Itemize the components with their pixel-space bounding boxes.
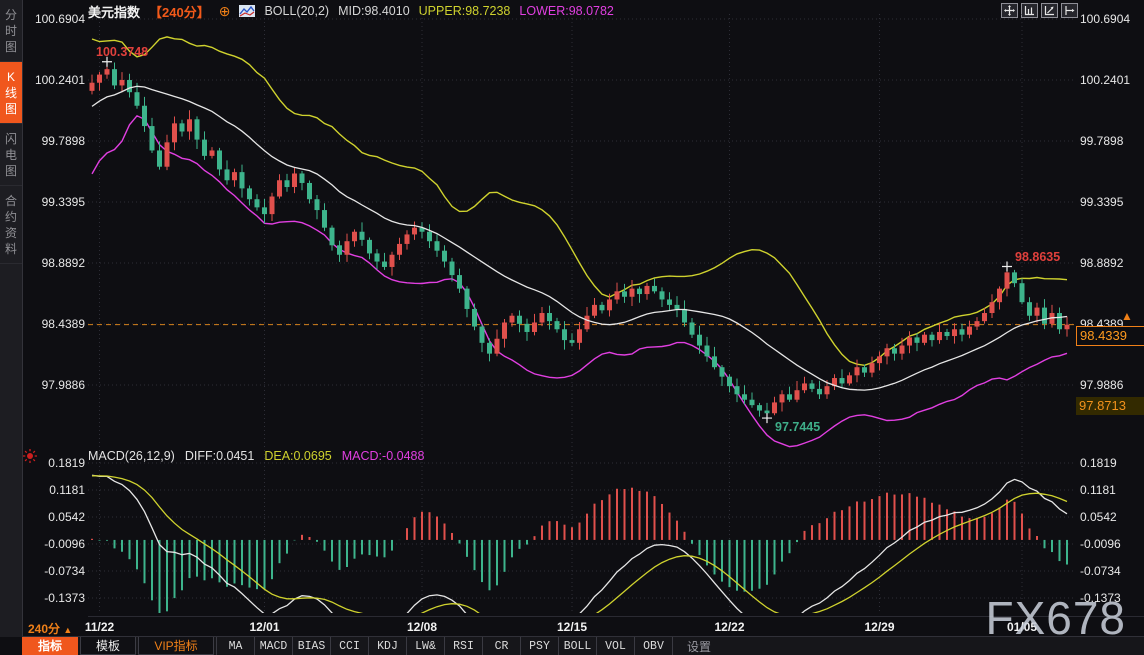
high-annotation-start: 100.3748 (96, 45, 148, 59)
indicator-toolbar: 指标 模板 VIP指标 MAMACDBIASCCIKDJLW&RSICRPSYB… (22, 636, 1144, 655)
sidebar-tab-char: 闪 (5, 131, 17, 147)
price-up-arrow-icon: ▲ (1121, 309, 1133, 323)
axis-tick-left: 100.6904 (30, 12, 85, 26)
axis-tick-left: 97.9886 (30, 378, 85, 392)
indicator-button-RSI[interactable]: RSI (444, 637, 482, 655)
indicator-buttons: MAMACDBIASCCIKDJLW&RSICRPSYBOLLVOLOBV (216, 637, 672, 655)
date-label-12/01: 12/01 (249, 620, 279, 634)
macd-dea-line (92, 476, 1067, 635)
axis-tick-right: 0.0542 (1080, 510, 1117, 524)
timeframe-label: 240分 (28, 622, 60, 636)
sidebar-tab-闪电图[interactable]: 闪电图 (0, 124, 22, 186)
axis-tick-right: 0.1181 (1080, 483, 1116, 497)
sidebar-tab-char: 图 (5, 101, 17, 117)
sidebar-tab-char: K (7, 69, 15, 85)
indicator-button-BIAS[interactable]: BIAS (292, 637, 330, 655)
axis-tick-right: 99.7898 (1080, 134, 1123, 148)
indicator-button-CR[interactable]: CR (482, 637, 520, 655)
sidebar-tab-char: 时 (5, 23, 17, 39)
indicator-button-PSY[interactable]: PSY (520, 637, 558, 655)
macd-dea-value: DEA:0.0695 (264, 449, 331, 463)
chart-type-sidebar: 分时图K线图闪电图合约资料 (0, 0, 23, 637)
boll-lower-line (92, 116, 1067, 447)
macd-diff-value: DIFF:0.0451 (185, 449, 254, 463)
axis-tick-right: -0.0734 (1080, 564, 1121, 578)
axis-tick-right: 98.8892 (1080, 256, 1123, 270)
sidebar-tab-char: 料 (5, 241, 17, 257)
timeframe-selector[interactable]: 240分 ▲ (28, 620, 72, 637)
axis-tick-left: 100.2401 (30, 73, 85, 87)
sidebar-tab-char: 合 (5, 193, 17, 209)
axis-tick-left: 0.0542 (30, 510, 85, 524)
macd-indicator-title: MACD(26,12,9) (88, 449, 175, 463)
axis-tick-right: 100.6904 (1080, 12, 1130, 26)
axis-tick-left: 99.3395 (30, 195, 85, 209)
macd-header: MACD(26,12,9) DIFF:0.0451 DEA:0.0695 MAC… (88, 448, 424, 463)
timeframe-arrow-icon: ▲ (63, 625, 72, 635)
sidebar-tab-char: 分 (5, 7, 17, 23)
chart-window: 分时图K线图闪电图合约资料 美元指数 【240分】 ⊕ BOLL(20,2) M… (0, 0, 1144, 655)
tab-indicators[interactable]: 指标 (22, 637, 78, 655)
date-label-12/22: 12/22 (714, 620, 744, 634)
axis-tick-left: 98.8892 (30, 256, 85, 270)
axis-tick-right: 100.2401 (1080, 73, 1130, 87)
extreme-cross-marker (1002, 261, 1012, 271)
sidebar-tab-K线图[interactable]: K线图 (0, 62, 22, 124)
last-price-badge: 98.4339 (1076, 326, 1144, 346)
sidebar-tab-char: 图 (5, 39, 17, 55)
axis-tick-left: 0.1819 (30, 456, 85, 470)
axis-tick-left: -0.1373 (30, 591, 85, 605)
tab-templates[interactable]: 模板 (80, 637, 136, 655)
low-annotation: 97.7445 (775, 420, 820, 434)
indicator-button-MA[interactable]: MA (216, 637, 254, 655)
indicator-button-KDJ[interactable]: KDJ (368, 637, 406, 655)
date-label-12/15: 12/15 (557, 620, 587, 634)
sidebar-tab-分时图[interactable]: 分时图 (0, 0, 22, 62)
macd-histogram (92, 488, 1067, 615)
candles (90, 62, 1070, 418)
axis-tick-left: -0.0734 (30, 564, 85, 578)
price-and-macd-chart[interactable] (22, 0, 1144, 637)
axis-tick-right: 0.1819 (1080, 456, 1117, 470)
band-value-badge: 97.8713 (1076, 397, 1144, 415)
sidebar-tab-char: 电 (5, 147, 17, 163)
sidebar-tab-合约资料[interactable]: 合约资料 (0, 186, 22, 264)
sidebar-tab-char: 线 (5, 85, 17, 101)
sidebar-tab-char: 约 (5, 209, 17, 225)
indicator-button-CCI[interactable]: CCI (330, 637, 368, 655)
indicator-button-LW&[interactable]: LW& (406, 637, 444, 655)
indicator-alert-icon[interactable] (23, 449, 37, 468)
macd-macd-value: MACD:-0.0488 (342, 449, 425, 463)
indicator-button-VOL[interactable]: VOL (596, 637, 634, 655)
axis-tick-left: 98.4389 (30, 317, 85, 331)
high-annotation-recent: 98.8635 (1015, 250, 1060, 264)
axis-tick-left: -0.0096 (30, 537, 85, 551)
sidebar-tab-char: 资 (5, 225, 17, 241)
macd-diff-line (92, 475, 1067, 637)
date-label-11/22: 11/22 (85, 620, 114, 634)
macd-pane (92, 475, 1067, 637)
indicator-button-MACD[interactable]: MACD (254, 637, 292, 655)
extreme-cross-marker (762, 413, 772, 423)
date-label-12/29: 12/29 (864, 620, 894, 634)
axis-tick-left: 99.7898 (30, 134, 85, 148)
axis-tick-right: 97.9886 (1080, 378, 1123, 392)
tab-vip-indicators[interactable]: VIP指标 (138, 637, 214, 655)
axis-tick-right: 99.3395 (1080, 195, 1123, 209)
date-label-12/08: 12/08 (407, 620, 437, 634)
boll-upper-line (92, 37, 1067, 365)
indicator-button-BOLL[interactable]: BOLL (558, 637, 596, 655)
indicator-button-OBV[interactable]: OBV (634, 637, 672, 655)
axis-tick-right: -0.0096 (1080, 537, 1121, 551)
sidebar-tab-char: 图 (5, 163, 17, 179)
settings-button[interactable]: 设置 (672, 637, 725, 655)
axis-tick-left: 0.1181 (30, 483, 85, 497)
